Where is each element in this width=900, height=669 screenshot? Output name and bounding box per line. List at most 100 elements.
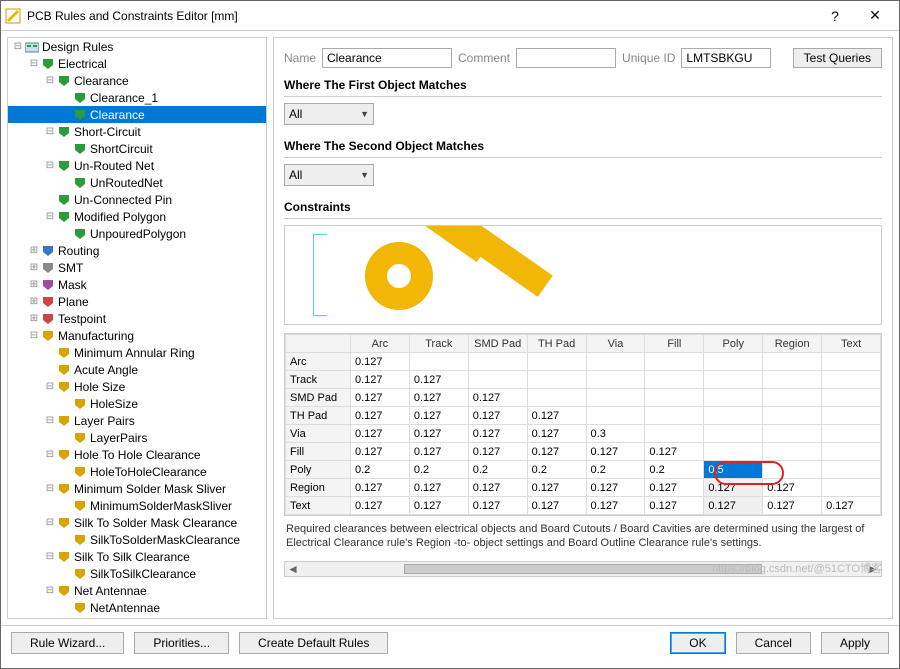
- grid-cell[interactable]: [704, 425, 763, 443]
- tree-item[interactable]: ⊟Layer Pairs: [8, 412, 266, 429]
- grid-cell[interactable]: [468, 353, 527, 371]
- scroll-thumb[interactable]: [404, 564, 762, 574]
- grid-cell[interactable]: [645, 389, 704, 407]
- grid-cell[interactable]: [409, 353, 468, 371]
- grid-cell[interactable]: [527, 371, 586, 389]
- tree-item[interactable]: ⊟Silk To Solder Mask Clearance: [8, 514, 266, 531]
- grid-cell[interactable]: 0.127: [409, 479, 468, 497]
- grid-cell[interactable]: [763, 443, 822, 461]
- grid-cell[interactable]: [704, 371, 763, 389]
- grid-cell[interactable]: 0.127: [409, 371, 468, 389]
- grid-cell[interactable]: 0.127: [350, 425, 409, 443]
- tree-item[interactable]: ⊟Hole To Hole Clearance: [8, 446, 266, 463]
- rule-wizard-button[interactable]: Rule Wizard...: [11, 632, 124, 654]
- grid-cell[interactable]: 0.127: [409, 443, 468, 461]
- tree-expander-icon[interactable]: ⊟: [44, 160, 56, 171]
- grid-row-header[interactable]: Track: [286, 371, 351, 389]
- tree-item[interactable]: ShortCircuit: [8, 140, 266, 157]
- tree-expander-icon[interactable]: ⊞: [28, 262, 40, 273]
- tree-item[interactable]: HoleToHoleClearance: [8, 463, 266, 480]
- grid-cell[interactable]: 0.127: [468, 389, 527, 407]
- grid-row-header[interactable]: Region: [286, 479, 351, 497]
- tree-item[interactable]: UnpouredPolygon: [8, 225, 266, 242]
- name-input[interactable]: [322, 48, 452, 68]
- grid-cell[interactable]: [527, 353, 586, 371]
- uid-input[interactable]: [681, 48, 771, 68]
- grid-cell[interactable]: 0.127: [350, 407, 409, 425]
- grid-cell[interactable]: 0.127: [763, 479, 822, 497]
- grid-cell[interactable]: [645, 371, 704, 389]
- tree-item[interactable]: ⊟Silk To Silk Clearance: [8, 548, 266, 565]
- grid-col-header[interactable]: SMD Pad: [468, 335, 527, 353]
- tree-item[interactable]: ⊞Mask: [8, 276, 266, 293]
- tree-expander-icon[interactable]: ⊟: [44, 585, 56, 596]
- grid-row-header[interactable]: Poly: [286, 461, 351, 479]
- grid-cell[interactable]: [645, 353, 704, 371]
- grid-cell[interactable]: [822, 353, 881, 371]
- grid-cell[interactable]: 0.127: [350, 389, 409, 407]
- tree-expander-icon[interactable]: ⊟: [44, 381, 56, 392]
- tree-item[interactable]: ⊟Net Antennae: [8, 582, 266, 599]
- ok-button[interactable]: OK: [670, 632, 725, 654]
- grid-cell[interactable]: 0.2: [645, 461, 704, 479]
- grid-row-header[interactable]: Via: [286, 425, 351, 443]
- grid-cell[interactable]: [645, 425, 704, 443]
- tree-item[interactable]: LayerPairs: [8, 429, 266, 446]
- grid-cell[interactable]: 0.127: [527, 497, 586, 515]
- grid-cell[interactable]: 0.127: [409, 389, 468, 407]
- grid-cell[interactable]: 0.127: [704, 497, 763, 515]
- grid-cell[interactable]: 0.2: [350, 461, 409, 479]
- grid-row-header[interactable]: Text: [286, 497, 351, 515]
- tree-expander-icon[interactable]: ⊟: [12, 41, 24, 52]
- tree-item[interactable]: Clearance: [8, 106, 266, 123]
- tree-item[interactable]: ⊟Design Rules: [8, 38, 266, 55]
- grid-cell[interactable]: 0.127: [468, 425, 527, 443]
- grid-cell[interactable]: 0.127: [822, 497, 881, 515]
- tree-expander-icon[interactable]: ⊞: [28, 296, 40, 307]
- grid-cell[interactable]: 0.127: [527, 425, 586, 443]
- grid-row-header[interactable]: TH Pad: [286, 407, 351, 425]
- first-match-combo[interactable]: All ▼: [284, 103, 374, 125]
- tree-expander-icon[interactable]: ⊞: [28, 313, 40, 324]
- grid-col-header[interactable]: TH Pad: [527, 335, 586, 353]
- tree-item[interactable]: SilkToSilkClearance: [8, 565, 266, 582]
- second-match-combo[interactable]: All ▼: [284, 164, 374, 186]
- grid-col-header[interactable]: Poly: [704, 335, 763, 353]
- grid-col-header[interactable]: Arc: [350, 335, 409, 353]
- tree-expander-icon[interactable]: ⊟: [28, 330, 40, 341]
- grid-cell[interactable]: 0.127: [350, 497, 409, 515]
- grid-cell[interactable]: 0.2: [586, 461, 645, 479]
- grid-cell[interactable]: [822, 443, 881, 461]
- grid-row-header[interactable]: SMD Pad: [286, 389, 351, 407]
- tree-item[interactable]: ⊟Manufacturing: [8, 327, 266, 344]
- grid-cell[interactable]: 0.127: [350, 371, 409, 389]
- grid-cell[interactable]: 0.127: [350, 479, 409, 497]
- tree-expander-icon[interactable]: ⊟: [44, 75, 56, 86]
- grid-cell[interactable]: 0.127: [468, 443, 527, 461]
- priorities-button[interactable]: Priorities...: [134, 632, 229, 654]
- grid-row-header[interactable]: Arc: [286, 353, 351, 371]
- tree-item[interactable]: ⊞Plane: [8, 293, 266, 310]
- grid-cell[interactable]: 0.127: [527, 407, 586, 425]
- tree-expander-icon[interactable]: ⊟: [44, 211, 56, 222]
- grid-cell[interactable]: [763, 389, 822, 407]
- tree-item[interactable]: ⊞Routing: [8, 242, 266, 259]
- grid-col-header[interactable]: Fill: [645, 335, 704, 353]
- close-button[interactable]: ✕: [855, 7, 895, 24]
- grid-cell[interactable]: 0.127: [409, 497, 468, 515]
- grid-cell[interactable]: 0.5: [704, 461, 763, 479]
- clearance-grid[interactable]: ArcTrackSMD PadTH PadViaFillPolyRegionTe…: [285, 334, 881, 515]
- tree-item[interactable]: ⊟Short-Circuit: [8, 123, 266, 140]
- grid-cell[interactable]: 0.2: [409, 461, 468, 479]
- grid-cell[interactable]: [763, 461, 822, 479]
- tree-expander-icon[interactable]: ⊞: [28, 279, 40, 290]
- grid-cell[interactable]: [704, 443, 763, 461]
- grid-col-header[interactable]: Text: [822, 335, 881, 353]
- grid-cell[interactable]: 0.127: [409, 407, 468, 425]
- grid-cell[interactable]: 0.127: [586, 479, 645, 497]
- grid-cell[interactable]: 0.127: [468, 407, 527, 425]
- grid-cell[interactable]: [704, 407, 763, 425]
- grid-cell[interactable]: 0.127: [645, 497, 704, 515]
- tree-item[interactable]: MinimumSolderMaskSliver: [8, 497, 266, 514]
- grid-cell[interactable]: 0.127: [645, 479, 704, 497]
